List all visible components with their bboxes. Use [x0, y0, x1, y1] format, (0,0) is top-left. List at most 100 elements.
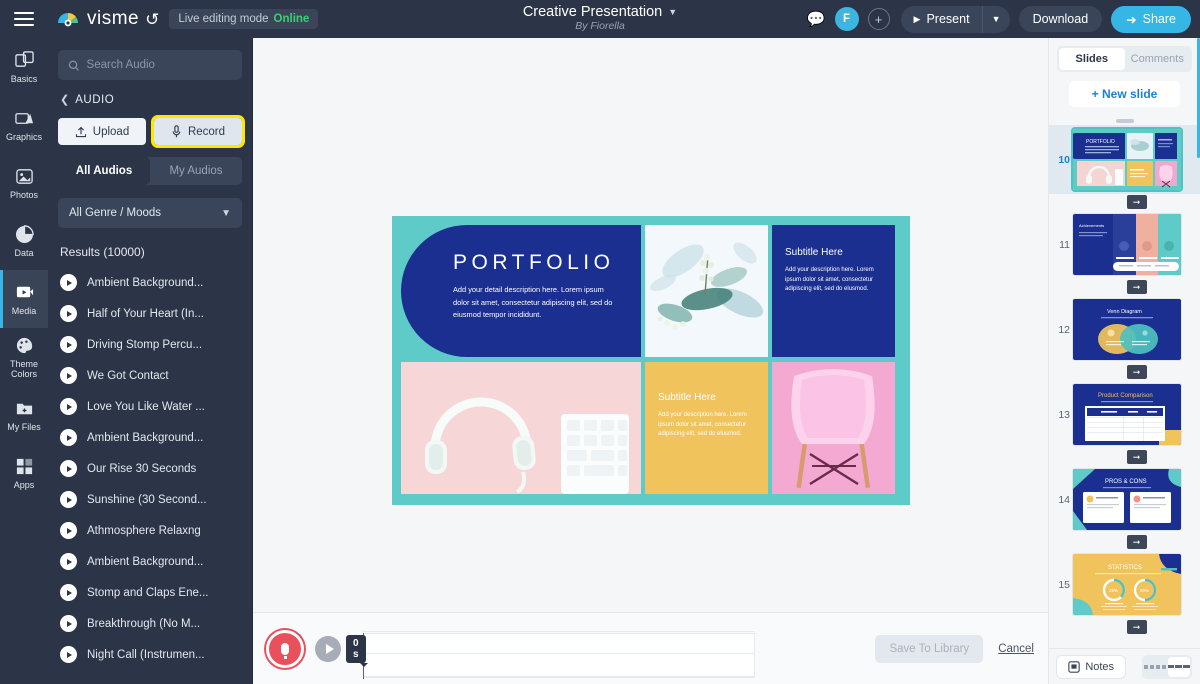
audio-track-item[interactable]: Ambient Background...: [48, 422, 252, 453]
save-to-library-button[interactable]: Save To Library: [875, 634, 984, 663]
slide-image-floral[interactable]: [645, 225, 768, 357]
search-icon: [68, 60, 79, 71]
slide-thumbnail-15[interactable]: STATISTICS 25% 50%: [1073, 554, 1181, 615]
notes-button[interactable]: Notes: [1057, 655, 1126, 678]
drag-handle[interactable]: [1115, 119, 1134, 123]
slide-thumbnail-11[interactable]: Achievements: [1073, 214, 1181, 275]
upload-label: Upload: [92, 125, 130, 138]
avatar[interactable]: F: [834, 7, 859, 31]
play-icon[interactable]: [60, 274, 77, 291]
sidebar-item-apps[interactable]: Apps: [0, 444, 48, 502]
play-icon[interactable]: [60, 460, 77, 477]
brand-name: visme: [87, 8, 140, 29]
audio-track-item[interactable]: Half of Your Heart (In...: [48, 298, 252, 329]
play-icon[interactable]: [60, 336, 77, 353]
download-button[interactable]: Download: [1018, 6, 1103, 32]
play-icon[interactable]: [60, 491, 77, 508]
play-icon[interactable]: [60, 646, 77, 663]
cancel-button[interactable]: Cancel: [998, 643, 1034, 655]
slide-thumb-row-10[interactable]: 10 PORTFOLIO: [1049, 125, 1200, 194]
transition-icon[interactable]: ➞: [1126, 450, 1147, 464]
slide-image-headphones[interactable]: [401, 362, 641, 494]
sidebar-item-my-files[interactable]: My Files: [0, 386, 48, 444]
transition-icon[interactable]: ➞: [1126, 620, 1147, 634]
genre-moods-select[interactable]: All Genre / Moods ▼: [58, 198, 242, 228]
slide-thumb-row-14[interactable]: 14 PROS & CONS: [1049, 465, 1200, 534]
list-view-icon[interactable]: [1167, 656, 1190, 677]
slide-block-subtitle-2[interactable]: Subtitle Here Add your description here.…: [645, 362, 768, 494]
play-icon[interactable]: [60, 429, 77, 446]
tab-slides[interactable]: Slides: [1059, 48, 1125, 70]
slide-thumb-row-15[interactable]: 15 STATISTICS 25% 50%: [1049, 550, 1200, 619]
view-toggle: [1141, 654, 1192, 679]
audio-track-item[interactable]: Ambient Background...: [48, 546, 252, 577]
audio-back-button[interactable]: ❮ AUDIO: [60, 93, 240, 107]
slide-thumb-row-12[interactable]: 12 Venn Diagram: [1049, 295, 1200, 364]
play-icon[interactable]: [60, 398, 77, 415]
slide-block-subtitle-1[interactable]: Subtitle Here Add your description here.…: [772, 225, 895, 357]
audio-track-name: Ambient Background...: [87, 555, 204, 568]
slide-thumbnail-13[interactable]: Product Comparison: [1073, 384, 1181, 445]
sidebar-item-graphics[interactable]: Graphics: [0, 96, 48, 154]
slide-thumb-row-11[interactable]: 11 Achievements: [1049, 210, 1200, 279]
play-icon[interactable]: [60, 553, 77, 570]
play-icon[interactable]: [60, 367, 77, 384]
tab-comments[interactable]: Comments: [1125, 48, 1191, 70]
hamburger-icon[interactable]: [0, 0, 48, 38]
share-button[interactable]: ➜ Share: [1111, 5, 1191, 33]
slide-image-chair[interactable]: [772, 362, 895, 494]
audio-track-item[interactable]: Night Call (Instrumen...: [48, 639, 252, 670]
transition-row-15: ➞: [1049, 619, 1200, 635]
play-icon[interactable]: [60, 305, 77, 322]
sidebar-item-data[interactable]: Data: [0, 212, 48, 270]
grid-view-icon[interactable]: [1143, 657, 1166, 677]
slide-thumbnail-12[interactable]: Venn Diagram: [1073, 299, 1181, 360]
record-mic-button[interactable]: [266, 629, 304, 668]
undo-icon[interactable]: ↺: [145, 11, 159, 28]
comment-icon[interactable]: 💬: [807, 10, 826, 28]
new-slide-button[interactable]: + New slide: [1069, 81, 1180, 107]
transition-icon[interactable]: ➞: [1126, 365, 1147, 379]
microphone-icon: [281, 642, 289, 659]
present-button[interactable]: ▶ Present: [901, 6, 982, 33]
audio-track-item[interactable]: Stomp and Claps Ene...: [48, 577, 252, 608]
sidebar-item-photos[interactable]: Photos: [0, 154, 48, 212]
slide-canvas[interactable]: PORTFOLIO Add your detail description he…: [392, 216, 910, 505]
sidebar-item-theme-colors[interactable]: Theme Colors: [0, 328, 48, 386]
present-dropdown-button[interactable]: ▼: [981, 5, 1010, 33]
search-audio-box[interactable]: [58, 50, 242, 80]
audio-track-item[interactable]: Ambient Background...: [48, 267, 252, 298]
play-icon[interactable]: [60, 615, 77, 632]
slide-thumbnail-list[interactable]: 10 PORTFOLIO ➞ 11 Achievements ➞ 12 Venn…: [1049, 118, 1200, 648]
play-icon[interactable]: [60, 522, 77, 539]
add-collaborator-button[interactable]: +: [867, 8, 890, 30]
transition-icon[interactable]: ➞: [1126, 535, 1147, 549]
audio-track-item[interactable]: Athmosphere Relaxng: [48, 515, 252, 546]
audio-track-item[interactable]: We Got Contact: [48, 360, 252, 391]
slide-thumbnail-10[interactable]: PORTFOLIO: [1073, 129, 1181, 190]
playhead[interactable]: 0 s: [346, 632, 368, 679]
canvas-stage[interactable]: PORTFOLIO Add your detail description he…: [253, 38, 1048, 612]
playback-button[interactable]: [315, 635, 341, 662]
transition-icon[interactable]: ➞: [1126, 195, 1147, 209]
transition-icon[interactable]: ➞: [1126, 280, 1147, 294]
tab-my-audios[interactable]: My Audios: [150, 157, 242, 185]
audio-track-item[interactable]: Driving Stomp Percu...: [48, 329, 252, 360]
slide-thumb-row-13[interactable]: 13 Product Comparison: [1049, 380, 1200, 449]
sidebar-item-media[interactable]: Media: [0, 270, 48, 328]
slide-thumbnail-14[interactable]: PROS & CONS: [1073, 469, 1181, 530]
audio-track-item[interactable]: Sunshine (30 Second...: [48, 484, 252, 515]
brand-logo[interactable]: visme: [56, 8, 139, 30]
audio-track-item[interactable]: Love You Like Water ...: [48, 391, 252, 422]
audio-track-item[interactable]: Breakthrough (No M...: [48, 608, 252, 639]
audio-track-item[interactable]: Our Rise 30 Seconds: [48, 453, 252, 484]
upload-button[interactable]: Upload: [58, 118, 146, 145]
tab-all-audios[interactable]: All Audios: [58, 157, 150, 185]
record-button[interactable]: Record: [151, 115, 245, 148]
search-input[interactable]: [86, 59, 232, 71]
document-title[interactable]: Creative Presentation ▼: [523, 4, 677, 20]
sidebar-item-basics[interactable]: Basics: [0, 38, 48, 96]
play-icon[interactable]: [60, 584, 77, 601]
waveform-area[interactable]: 0 s: [346, 613, 875, 684]
slide-block-portfolio[interactable]: PORTFOLIO Add your detail description he…: [401, 225, 641, 357]
